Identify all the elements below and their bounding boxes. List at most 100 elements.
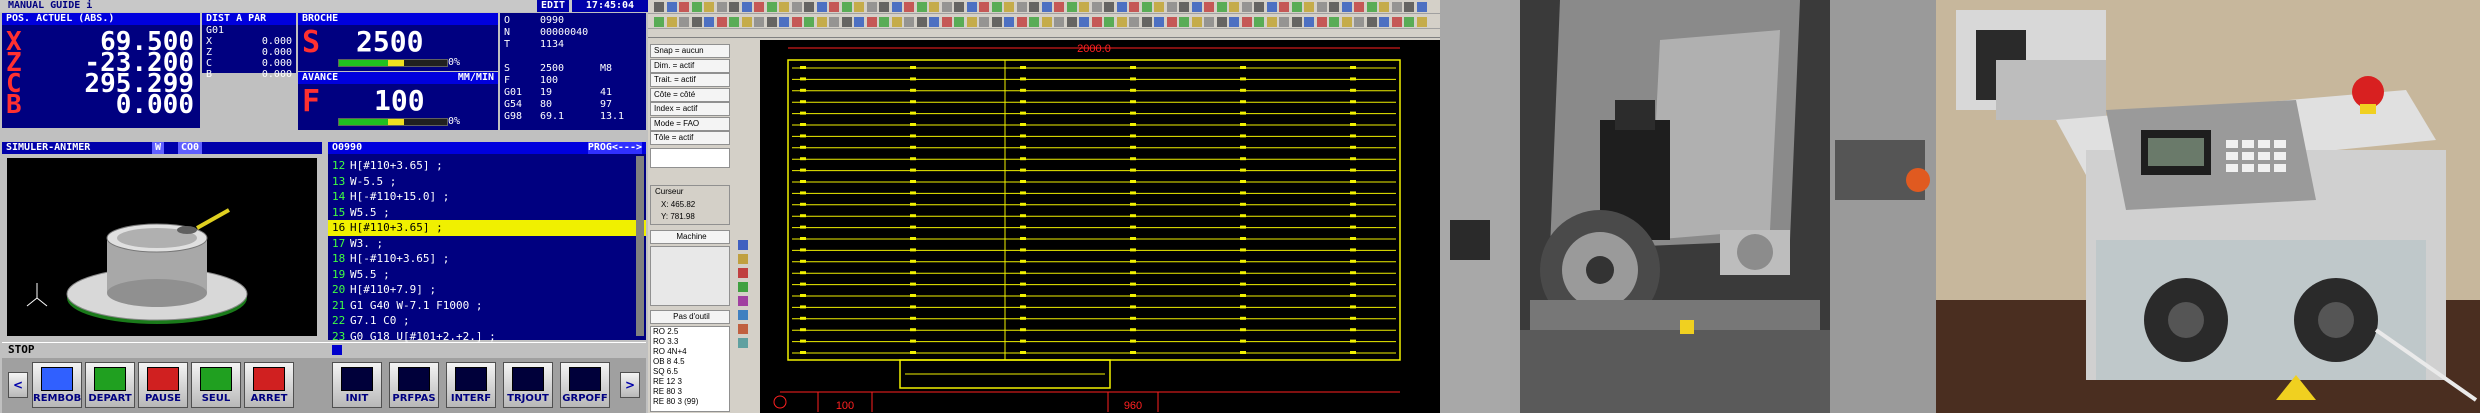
toolbar-button-icon[interactable] [1204, 17, 1214, 27]
side-toggle-button[interactable]: Index = actif [650, 102, 730, 116]
toolbar-button-icon[interactable] [766, 17, 777, 27]
tool-icon[interactable] [738, 268, 748, 278]
toolbar-button-icon[interactable] [1304, 17, 1314, 27]
toolbar-button-icon[interactable] [716, 2, 727, 12]
toolbar-button-icon[interactable] [766, 2, 777, 12]
toolbar-button-icon[interactable] [666, 2, 677, 12]
toolbar-button-icon[interactable] [1354, 17, 1364, 27]
toolbar-button-icon[interactable] [1329, 17, 1339, 27]
toolbar-button-icon[interactable] [1329, 2, 1339, 12]
program-line[interactable]: 15 W5.5 ; [328, 205, 646, 221]
toolbar-button-icon[interactable] [879, 17, 889, 27]
tool-icon[interactable] [738, 240, 748, 250]
softkey-prev-button[interactable]: < [8, 372, 28, 398]
toolbar-button-icon[interactable] [1391, 2, 1402, 12]
toolbar-button-icon[interactable] [866, 2, 877, 12]
toolbar-button-icon[interactable] [1166, 2, 1177, 12]
toolbar-button-icon[interactable] [1341, 2, 1352, 12]
softkey-arret-button[interactable]: ARRET [244, 362, 294, 408]
toolbar-button-icon[interactable] [979, 17, 989, 27]
toolbar-button-icon[interactable] [891, 2, 902, 12]
tool-list-item[interactable]: OB 8 4.5 [651, 357, 729, 367]
toolbar-button-icon[interactable] [1154, 2, 1164, 12]
toolbar-button-icon[interactable] [1291, 2, 1302, 12]
toolbar-button-icon[interactable] [941, 2, 952, 12]
side-toggle-button[interactable]: Dim. = actif [650, 58, 730, 73]
toolbar-button-icon[interactable] [1141, 2, 1152, 12]
tool-icon[interactable] [738, 310, 748, 320]
toolbar-button-icon[interactable] [1116, 17, 1127, 27]
toolbar-button-icon[interactable] [1004, 2, 1014, 12]
toolbar-button-icon[interactable] [904, 2, 914, 12]
toolbar-button-icon[interactable] [891, 17, 902, 27]
toolbar-button-icon[interactable] [1004, 17, 1014, 27]
toolbar-button-icon[interactable] [654, 17, 664, 27]
tool-list-item[interactable]: RO 2.5 [651, 327, 729, 337]
softkey-grpoff-button[interactable]: GRPOFF [560, 362, 610, 408]
toolbar-button-icon[interactable] [1254, 17, 1264, 27]
toolbar-button-icon[interactable] [1016, 2, 1027, 12]
toolbar-button-icon[interactable] [1379, 17, 1389, 27]
toolbar-button-icon[interactable] [791, 17, 802, 27]
side-toggle-button[interactable]: Côte = côté [650, 87, 730, 102]
toolbar-button-icon[interactable] [1141, 17, 1152, 27]
toolbar-button-icon[interactable] [741, 2, 752, 12]
toolbar-button-icon[interactable] [1129, 17, 1139, 27]
toolbar-button-icon[interactable] [1279, 2, 1289, 12]
toolbar-button-icon[interactable] [1179, 17, 1189, 27]
toolbar-button-icon[interactable] [1116, 2, 1127, 12]
program-line[interactable]: 18 H[-#110+3.65] ; [328, 251, 646, 267]
toolbar-button-icon[interactable] [816, 17, 827, 27]
tool-list-item[interactable]: SQ 6.5 [651, 367, 729, 377]
toolbar-button-icon[interactable] [1316, 17, 1327, 27]
toolbar-button-icon[interactable] [804, 17, 814, 27]
toolbar-button-icon[interactable] [1241, 2, 1252, 12]
toolbar-button-icon[interactable] [879, 2, 889, 12]
toolbar-button-icon[interactable] [704, 2, 714, 12]
program-line[interactable]: 20 H[#110+7.9] ; [328, 282, 646, 298]
toolbar-button-icon[interactable] [966, 2, 977, 12]
toolbar-button-icon[interactable] [791, 2, 802, 12]
toolbar-button-icon[interactable] [1204, 2, 1214, 12]
softkey-trjout-button[interactable]: TRJOUT [503, 362, 553, 408]
softkey-seul-button[interactable]: SEUL [191, 362, 241, 408]
toolbar-button-icon[interactable] [941, 17, 952, 27]
toolbar-button-icon[interactable] [1054, 17, 1064, 27]
toolbar-button-icon[interactable] [929, 2, 939, 12]
toolbar-button-icon[interactable] [1416, 17, 1427, 27]
toolbar-button-icon[interactable] [1379, 2, 1389, 12]
toolbar-button-icon[interactable] [1191, 2, 1202, 12]
toolbar-button-icon[interactable] [1066, 2, 1077, 12]
softkey-pause-button[interactable]: PAUSE [138, 362, 188, 408]
toolbar-button-icon[interactable] [1266, 17, 1277, 27]
tool-list-item[interactable]: RE 12 3 [651, 377, 729, 387]
side-toggle-button[interactable]: Trait. = actif [650, 73, 730, 87]
toolbar-button-icon[interactable] [1054, 2, 1064, 12]
toolbar-button-icon[interactable] [691, 17, 702, 27]
toolbar-button-icon[interactable] [741, 17, 752, 27]
tool-list[interactable]: RO 2.5 RO 3.3 RO 4N+4 OB 8 4.5 SQ 6.5 RE 12 3… [650, 326, 730, 412]
toolbar-button-icon[interactable] [1404, 2, 1414, 12]
side-toggle-button[interactable]: Snap = aucun [650, 44, 730, 58]
toolbar-button-icon[interactable] [979, 2, 989, 12]
toolbar-button-icon[interactable] [854, 17, 864, 27]
toolbar-button-icon[interactable] [1216, 2, 1227, 12]
toolbar-button-icon[interactable] [1266, 2, 1277, 12]
toolbar-button-icon[interactable] [1229, 17, 1239, 27]
toolbar-button-icon[interactable] [829, 2, 839, 12]
program-line[interactable]: 12 H[#110+3.65] ; [328, 158, 646, 174]
toolbar-button-icon[interactable] [1304, 2, 1314, 12]
tool-icon[interactable] [738, 338, 748, 348]
toolbar-button-icon[interactable] [1354, 2, 1364, 12]
toolbar-button-icon[interactable] [1091, 17, 1102, 27]
toolbar-button-icon[interactable] [1029, 17, 1039, 27]
tool-icon[interactable] [738, 254, 748, 264]
toolbar-button-icon[interactable] [1179, 2, 1189, 12]
toolbar-button-icon[interactable] [804, 2, 814, 12]
side-blank-field[interactable] [650, 148, 730, 168]
toolbar-button-icon[interactable] [1404, 17, 1414, 27]
softkey-init-button[interactable]: INIT [332, 362, 382, 408]
machine-button[interactable]: Machine [650, 230, 730, 244]
toolbar-button-icon[interactable] [991, 2, 1002, 12]
tool-icon[interactable] [738, 324, 748, 334]
